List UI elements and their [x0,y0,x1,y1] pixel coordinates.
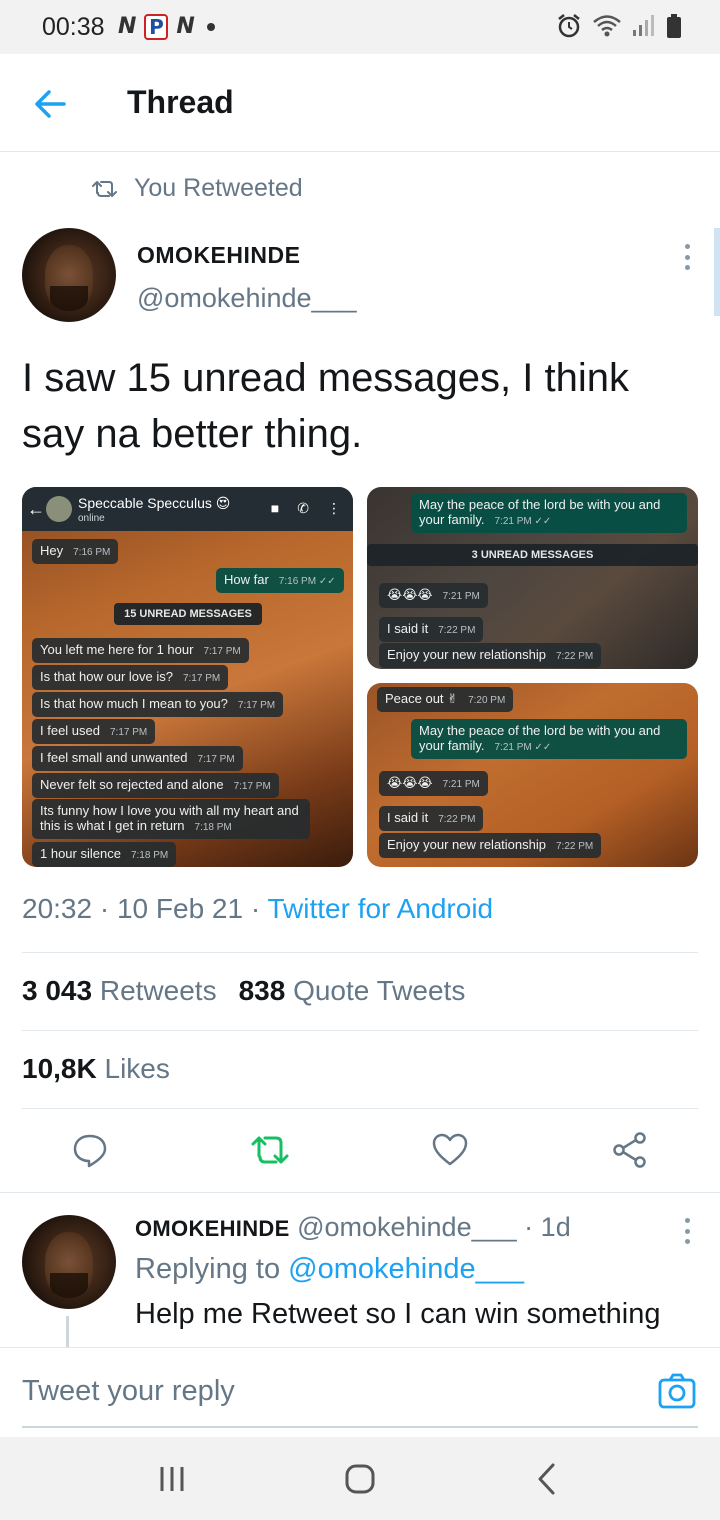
chat-message: I said it 7:22 PM [379,617,484,642]
recent-apps-icon[interactable] [152,1459,192,1499]
unread-divider: 3 UNREAD MESSAGES [367,544,698,566]
chat-message: 😭😭😭 7:21 PM [379,583,488,608]
camera-icon[interactable] [658,1372,696,1410]
reply-author-handle[interactable]: @omokehinde___ [297,1212,517,1242]
tweet-actions [0,1120,720,1180]
chat-message: Enjoy your new relationship 7:22 PM [379,643,602,668]
more-options-icon[interactable] [682,244,692,270]
quote-tweets-count: 838 [238,975,286,1006]
reply-author-name[interactable]: OMOKEHINDE [135,1216,290,1241]
likes-stats[interactable]: 10,8K Likes [22,1053,170,1085]
share-icon[interactable] [610,1130,650,1170]
chat-contact-status: online [78,513,105,524]
tweet-media-image-3[interactable]: Peace out ✌ 7:20 PM May the peace of the … [367,683,698,867]
divider [22,952,698,953]
likes-count: 10,8K [22,1053,97,1084]
replying-to-handle[interactable]: @omokehinde___ [288,1253,524,1285]
app-header: Thread [0,54,720,152]
back-nav-icon[interactable] [528,1459,568,1499]
divider [22,1030,698,1031]
replying-to-label: Replying to [135,1253,281,1285]
system-nav-bar [0,1437,720,1520]
tweet-media-image-1[interactable]: ← Speccable Specculus 😍 online ■ ✆ ⋮ Hey… [22,487,353,867]
chat-back-icon: ← [27,499,45,519]
retweets-link[interactable]: 3 043 Retweets [22,975,217,1006]
status-time: 00:38 [42,13,105,41]
notification-n-icon: N [118,14,137,39]
reply-input[interactable]: Tweet your reply [22,1375,235,1408]
reply-text: Help me Retweet so I can win something [135,1298,661,1330]
notification-icons: N P N [118,13,215,41]
reply-age: 1d [540,1212,571,1242]
wifi-icon [593,15,621,37]
battery-icon [667,14,681,38]
chat-message: You left me here for 1 hour 7:17 PM [32,638,249,663]
chat-message-outgoing: How far 7:16 PM ✓✓ [216,568,344,593]
chat-message: I feel small and unwanted 7:17 PM [32,746,243,771]
chat-contact-name: Speccable Specculus 😍 [78,495,231,511]
back-arrow-icon[interactable] [30,84,70,124]
author-name[interactable]: OMOKEHINDE [137,242,300,269]
chat-message-outgoing: May the peace of the lord be with you an… [411,719,687,759]
retweet-context-label: You Retweeted [134,174,303,202]
chat-message: Hey 7:16 PM [32,539,119,564]
alarm-icon [558,14,580,38]
scroll-indicator [714,228,720,316]
retweets-label: Retweets [99,975,217,1006]
home-icon[interactable] [340,1459,380,1499]
quote-tweets-link[interactable]: 838 Quote Tweets [239,975,466,1006]
reply-avatar[interactable] [22,1215,116,1309]
retweet-icon [92,180,117,197]
like-heart-icon[interactable] [430,1130,470,1170]
tweet-media-image-2[interactable]: May the peace of the lord be with you an… [367,487,698,669]
chat-header: ← Speccable Specculus 😍 online ■ ✆ ⋮ [22,487,353,531]
thread-connector [66,1316,69,1350]
reply-more-options-icon[interactable] [682,1218,692,1244]
chat-message: I said it 7:22 PM [379,806,484,831]
retweets-count: 3 043 [22,975,93,1006]
unread-divider: 15 UNREAD MESSAGES [114,603,262,625]
chat-message: Its funny how I love you with all my hea… [32,799,310,839]
system-icons [556,13,682,39]
tweet-timestamp: 20:32 · 10 Feb 21 · Twitter for Android [22,893,494,924]
author-handle[interactable]: @omokehinde___ [137,283,357,314]
chat-message: Is that how much I mean to you? 7:17 PM [32,692,284,717]
chat-message: Is that how our love is? 7:17 PM [32,665,229,690]
likes-label: Likes [104,1053,170,1084]
notification-p-icon: P [144,14,169,40]
avatar[interactable] [22,228,116,322]
reply-icon[interactable] [70,1130,110,1170]
phone-icon: ✆ [297,500,309,516]
chat-contact-avatar [46,496,72,522]
quote-tweets-label: Quote Tweets [293,975,466,1006]
status-bar: 00:38 N P N [0,0,720,54]
chat-header-icons: ■ ✆ ⋮ [271,500,341,517]
page-title: Thread [127,84,234,120]
more-notifications-dot-icon [206,23,215,31]
tweet-source-link[interactable]: Twitter for Android [267,893,493,924]
tweet-time: 20:32 [22,893,93,924]
signal-icon [633,15,654,36]
chat-message: Peace out ✌ 7:20 PM [377,687,514,712]
chat-message: 😭😭😭 7:21 PM [379,771,488,796]
tweet-date: 10 Feb 21 [116,893,244,924]
video-call-icon: ■ [270,500,280,516]
section-separator [0,1192,720,1193]
chat-message: 1 hour silence 7:18 PM [32,842,177,867]
reply-header: OMOKEHINDE @omokehinde___ · 1d [135,1212,571,1242]
chat-message: I feel used 7:17 PM [32,719,156,744]
replying-to: Replying to @omokehinde___ [135,1253,524,1286]
notification-n-icon: N [176,14,195,39]
chat-message-outgoing: May the peace of the lord be with you an… [411,493,687,533]
reply-input-underline [22,1426,698,1428]
retweet-context: You Retweeted [92,174,303,203]
retweet-stats: 3 043 Retweets 838 Quote Tweets [22,975,465,1007]
reply-composer: Tweet your reply [0,1347,720,1437]
chat-message: Enjoy your new relationship 7:22 PM [379,833,602,858]
retweet-button-icon[interactable] [250,1130,290,1170]
chat-message: Never felt so rejected and alone 7:17 PM [32,773,279,798]
tweet-text: I saw 15 unread messages, I think say na… [22,356,629,456]
menu-dots-icon: ⋮ [327,500,341,516]
divider [22,1108,698,1109]
